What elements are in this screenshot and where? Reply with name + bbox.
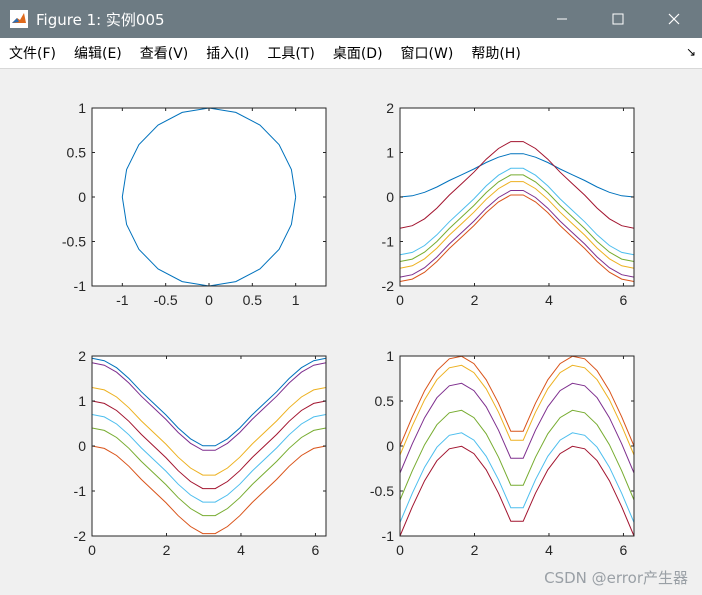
plot-area — [92, 108, 326, 286]
y-tick-label: -1 — [382, 528, 395, 544]
x-tick-label: 6 — [620, 542, 628, 558]
y-tick-label: 2 — [78, 348, 86, 364]
x-tick-label: 4 — [237, 542, 245, 558]
x-tick-label: 0 — [396, 292, 404, 308]
y-tick-label: 0 — [78, 438, 86, 454]
y-tick-label: 1 — [386, 145, 394, 161]
close-button[interactable] — [646, 0, 702, 38]
menu-view[interactable]: 查看(V) — [131, 43, 198, 63]
x-tick-label: -1 — [116, 292, 129, 308]
menu-edit[interactable]: 编辑(E) — [65, 43, 131, 63]
y-tick-label: 0 — [386, 438, 394, 454]
close-icon — [668, 13, 680, 25]
menu-tools[interactable]: 工具(T) — [258, 43, 323, 63]
y-tick-label: 1 — [78, 393, 86, 409]
y-tick-label: -1 — [74, 483, 87, 499]
minimize-icon — [557, 18, 567, 20]
subplot-3: 0 2 4 6 -2 -1 0 1 2 — [74, 348, 327, 558]
plot-area — [400, 108, 634, 286]
x-tick-label: 4 — [545, 292, 553, 308]
subplot-grid: -1 -0.5 0 0.5 1-1-0.500.510 2 4 6-2-10120 2 4 6-2-… — [62, 100, 635, 558]
x-tick-label: 2 — [163, 542, 171, 558]
x-tick-label: 6 — [620, 292, 628, 308]
y-tick-label: 0 — [78, 189, 86, 205]
y-tick-label: -1 — [382, 234, 395, 250]
menu-desktop[interactable]: 桌面(D) — [324, 43, 392, 63]
x-tick-label: -0.5 — [154, 292, 178, 308]
subplot-4: 0 2 4 6 -1 -0.5 0 0.5 1 — [370, 348, 635, 558]
menubar: 文件(F) 编辑(E) 查看(V) 插入(I) 工具(T) 桌面(D) 窗口(W… — [0, 38, 702, 69]
x-tick-label: 2 — [471, 542, 479, 558]
y-tick-label: 2 — [386, 100, 394, 116]
y-tick-label: -0.5 — [370, 483, 394, 499]
window-controls — [534, 0, 702, 38]
y-tick-label: 0.5 — [375, 393, 395, 409]
subplot-1: -1 -0.5 0 0.5 1 -1 -0.5 0 0.5 1 — [62, 100, 327, 308]
y-tick-label: -0.5 — [62, 234, 86, 250]
y-tick-label: -2 — [382, 278, 395, 294]
x-tick-label: 6 — [312, 542, 320, 558]
y-tick-label: 1 — [386, 348, 394, 364]
maximize-icon — [612, 13, 624, 25]
y-tick-label: -2 — [74, 528, 87, 544]
menu-help[interactable]: 帮助(H) — [462, 43, 529, 63]
figure-canvas: -1 -0.5 0 0.5 1 -1 -0.5 0 0.5 1 0 2 4 6 -2 -1 0 1 2 0 2 4 6 -2-… — [0, 69, 702, 595]
x-tick-label: 0.5 — [243, 292, 263, 308]
y-tick-label: 0 — [386, 189, 394, 205]
y-tick-label: -1 — [74, 278, 87, 294]
x-tick-label: 1 — [292, 292, 300, 308]
watermark: CSDN @error产生器 — [544, 569, 688, 587]
menu-insert[interactable]: 插入(I) — [197, 43, 258, 63]
x-tick-label: 0 — [205, 292, 213, 308]
window-title: Figure 1: 实例005 — [36, 10, 165, 29]
window-titlebar[interactable]: Figure 1: 实例005 — [0, 0, 702, 38]
minimize-button[interactable] — [534, 0, 590, 38]
matlab-logo-icon — [10, 10, 28, 28]
menu-window[interactable]: 窗口(W) — [392, 43, 463, 63]
x-tick-label: 2 — [471, 292, 479, 308]
x-tick-label: 4 — [545, 542, 553, 558]
maximize-button[interactable] — [590, 0, 646, 38]
x-tick-label: 0 — [88, 542, 96, 558]
menu-file[interactable]: 文件(F) — [0, 43, 65, 63]
y-tick-label: 1 — [78, 100, 86, 116]
subplot-2: 0 2 4 6 -2 -1 0 1 2 — [382, 100, 635, 308]
dock-arrow-icon[interactable]: ↘ — [686, 45, 696, 59]
x-tick-label: 0 — [396, 542, 404, 558]
y-tick-label: 0.5 — [67, 145, 87, 161]
